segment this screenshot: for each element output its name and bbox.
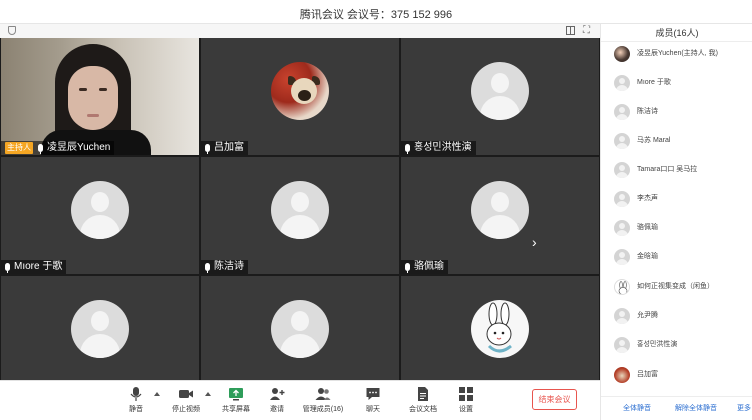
video-tile[interactable]: 홍성민洪性演 bbox=[401, 38, 599, 155]
default-avatar bbox=[271, 300, 329, 358]
manage-members-button[interactable]: 管理成员(16) bbox=[301, 386, 345, 418]
member-item[interactable]: 金晗瑜 bbox=[601, 246, 752, 270]
chat-icon bbox=[366, 388, 380, 400]
video-subbar: ⛶ bbox=[0, 24, 600, 38]
title-bar: 腾讯会议 会议号：375 152 996 bbox=[0, 0, 752, 24]
participant-name-tag: 骆佩瑜 bbox=[401, 260, 448, 274]
participant-name: 陈洁诗 bbox=[214, 261, 244, 272]
microphone-icon bbox=[130, 387, 142, 401]
default-avatar bbox=[471, 181, 529, 239]
video-tile[interactable] bbox=[1, 276, 199, 380]
video-tile[interactable]: 吕加富 bbox=[201, 38, 399, 155]
meeting-title: 腾讯会议 会议号：375 152 996 bbox=[299, 9, 453, 21]
avatar bbox=[614, 191, 630, 207]
meeting-docs-button[interactable]: 会议文档 bbox=[401, 386, 445, 418]
video-tile[interactable]: 陈洁诗 bbox=[201, 157, 399, 274]
layout-icon[interactable] bbox=[566, 26, 575, 35]
participant-video bbox=[1, 38, 199, 155]
avatar bbox=[614, 162, 630, 178]
mic-icon bbox=[405, 263, 410, 273]
shield-icon[interactable] bbox=[8, 26, 16, 35]
member-item[interactable]: 允尹腾 bbox=[601, 305, 752, 329]
member-item[interactable]: 吕加富 bbox=[601, 364, 752, 388]
mute-all-button[interactable]: 全体静音 bbox=[623, 404, 651, 414]
avatar bbox=[614, 249, 630, 265]
mic-icon bbox=[205, 144, 210, 154]
camera-icon bbox=[179, 390, 193, 398]
mic-icon bbox=[38, 144, 43, 154]
default-avatar bbox=[271, 181, 329, 239]
member-item[interactable]: Tamara口口 吴马拉 bbox=[601, 159, 752, 183]
members-icon bbox=[315, 388, 331, 400]
avatar bbox=[614, 308, 630, 324]
default-avatar bbox=[71, 181, 129, 239]
settings-button[interactable]: 设置 bbox=[444, 386, 488, 418]
video-tile[interactable]: 骆佩瑜 bbox=[401, 157, 599, 274]
share-screen-icon bbox=[229, 388, 243, 401]
member-item[interactable]: 如何正视集变成（闲鱼） bbox=[601, 276, 752, 300]
member-item[interactable]: 马苏 Maral bbox=[601, 130, 752, 154]
invite-button[interactable]: 邀请 bbox=[255, 386, 299, 418]
host-badge: 主持人 bbox=[5, 142, 33, 154]
unmute-all-button[interactable]: 解除全体静音 bbox=[675, 404, 717, 414]
participant-name-tag: 吕加富 bbox=[201, 141, 248, 155]
participant-name-tag: 陈洁诗 bbox=[201, 260, 248, 274]
avatar bbox=[614, 133, 630, 149]
member-item[interactable]: Mıore 于歌 bbox=[601, 72, 752, 96]
participant-name: 凌昱辰Yuchen bbox=[47, 142, 111, 153]
participant-name-tag: 홍성민洪性演 bbox=[401, 141, 476, 155]
dog-avatar bbox=[271, 62, 329, 120]
avatar bbox=[614, 337, 630, 353]
mic-icon bbox=[205, 263, 210, 273]
chat-button[interactable]: 聊天 bbox=[351, 386, 395, 418]
stop-video-button[interactable]: 停止视频 bbox=[164, 386, 208, 418]
video-grid: 主持人 凌昱辰Yuchen 吕加富 홍성민洪性演 Mıore 于歌 陈洁诗 骆佩… bbox=[0, 38, 600, 380]
avatar bbox=[614, 279, 630, 295]
avatar bbox=[614, 75, 630, 91]
end-meeting-button[interactable]: 结束会议 bbox=[532, 389, 577, 410]
members-header: 成员(16人) bbox=[601, 24, 752, 42]
video-tile[interactable]: Mıore 于歌 bbox=[1, 157, 199, 274]
avatar bbox=[614, 367, 630, 383]
share-screen-button[interactable]: 共享屏幕 bbox=[214, 386, 258, 418]
video-options-caret[interactable] bbox=[205, 392, 211, 396]
members-panel: 成员(16人) 凌昱辰Yuchen(主持人, 我) Mıore 于歌 陈洁诗 马… bbox=[600, 24, 752, 420]
members-footer: 全体静音 解除全体静音 更多 bbox=[601, 396, 752, 420]
member-item[interactable]: 李杰声 bbox=[601, 188, 752, 212]
video-tile[interactable]: 主持人 凌昱辰Yuchen bbox=[1, 38, 199, 155]
default-avatar bbox=[71, 300, 129, 358]
settings-grid-icon bbox=[459, 387, 473, 401]
video-tile[interactable] bbox=[201, 276, 399, 380]
mute-options-caret[interactable] bbox=[154, 392, 160, 396]
rabbit-avatar bbox=[471, 300, 529, 358]
document-icon bbox=[418, 387, 428, 401]
participant-name: 홍성민洪性演 bbox=[414, 142, 472, 153]
fullscreen-icon[interactable]: ⛶ bbox=[583, 25, 590, 36]
video-tile[interactable] bbox=[401, 276, 599, 380]
avatar bbox=[614, 220, 630, 236]
next-page-arrow[interactable]: › bbox=[532, 234, 537, 250]
member-item[interactable]: 陈洁诗 bbox=[601, 101, 752, 125]
member-item[interactable]: 骆佩瑜 bbox=[601, 217, 752, 241]
member-item[interactable]: 凌昱辰Yuchen(主持人, 我) bbox=[601, 43, 752, 67]
avatar bbox=[614, 104, 630, 120]
avatar bbox=[614, 46, 630, 62]
mic-icon bbox=[5, 263, 10, 273]
more-button[interactable]: 更多 bbox=[737, 404, 751, 414]
default-avatar bbox=[471, 62, 529, 120]
mic-icon bbox=[405, 144, 410, 154]
participant-name: 骆佩瑜 bbox=[414, 261, 444, 272]
participant-name: Mıore 于歌 bbox=[14, 261, 63, 272]
participant-name-tag: 主持人 凌昱辰Yuchen bbox=[1, 141, 115, 155]
member-item[interactable]: 홍성민洪性演 bbox=[601, 334, 752, 358]
mute-button[interactable]: 静音 bbox=[114, 386, 158, 418]
participant-name: 吕加富 bbox=[214, 142, 244, 153]
video-area: ⛶ 主持人 凌昱辰Yuchen 吕加富 홍성민洪性演 Mıore 于歌 陈洁诗 … bbox=[0, 24, 600, 420]
add-user-icon bbox=[270, 388, 285, 400]
meeting-toolbar: 静音 停止视频 共享屏幕 邀请 管理成员(16) 聊天 会议文档 设置 结束会议 bbox=[0, 380, 600, 420]
participant-name-tag: Mıore 于歌 bbox=[1, 260, 67, 274]
